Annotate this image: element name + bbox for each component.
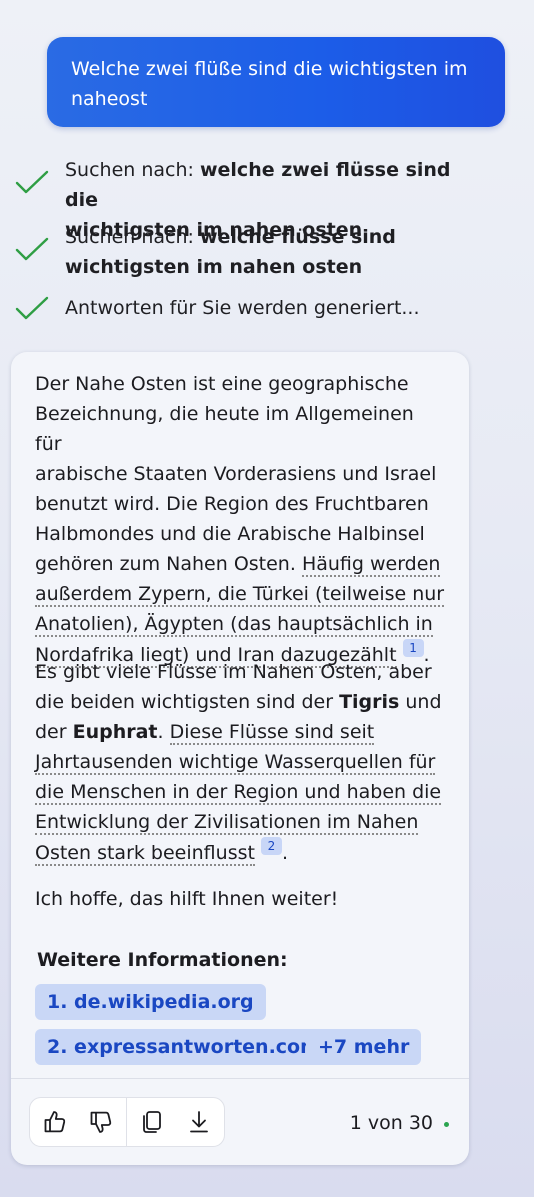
action-separator	[126, 1098, 127, 1146]
source-link-2[interactable]: 2. expressantworten.com	[35, 1029, 332, 1065]
text-segment: und	[399, 691, 442, 713]
citation-badge-2[interactable]: 2	[260, 837, 282, 855]
text-line: Halbmondes und die Arabische Halbinsel	[35, 523, 425, 545]
answer-paragraph-2: Es gibt viele Flüsse im Nahen Osten, abe…	[35, 657, 445, 868]
export-button[interactable]	[176, 1098, 222, 1146]
like-button[interactable]	[32, 1098, 78, 1146]
progress-query: welche flüsse sind	[199, 226, 396, 248]
cited-text[interactable]: Jahrtausenden wichtige Wasserquellen für	[35, 751, 436, 775]
cited-text[interactable]: die Menschen in der Region und haben die	[35, 781, 442, 805]
check-icon	[15, 237, 49, 261]
response-counter: 1 von 30	[349, 1112, 433, 1134]
text-line: arabische Staaten Vorderasiens und Israe…	[35, 463, 437, 485]
bold-term: Euphrat	[72, 721, 158, 743]
text-segment: .	[157, 721, 170, 743]
text-segment: die beiden wichtigsten sind der	[35, 691, 340, 713]
cited-text[interactable]: Anatolien), Ägypten (das hauptsächlich i…	[35, 613, 433, 637]
text-line: Es gibt viele Flüsse im Nahen Osten, abe…	[35, 661, 432, 683]
user-message-bubble: Welche zwei flüße sind die wichtigsten i…	[47, 37, 505, 127]
thumbs-down-icon	[90, 1111, 112, 1133]
thumbs-up-icon	[44, 1111, 66, 1133]
user-message-line: Welche zwei flüße sind die wichtigsten i…	[71, 58, 468, 80]
progress-prefix: Suchen nach:	[65, 226, 200, 248]
text-line: Bezeichnung, die heute im Allgemeinen fü…	[35, 403, 414, 455]
cited-text[interactable]: Entwicklung der Zivilisationen im Nahen	[35, 811, 419, 835]
progress-prefix: Suchen nach:	[65, 159, 200, 181]
copy-button[interactable]	[129, 1098, 175, 1146]
text-line: die beiden wichtigsten sind der Tigris u…	[35, 687, 445, 717]
citation-badge-1[interactable]: 1	[402, 639, 424, 657]
dislike-button[interactable]	[78, 1098, 124, 1146]
check-icon	[15, 170, 49, 194]
more-info-title: Weitere Informationen:	[37, 949, 288, 971]
text-line: der Euphrat. Diese Flüsse sind seit	[35, 717, 445, 747]
user-message-line: naheost	[71, 88, 148, 110]
cited-text[interactable]: Osten stark beeinflusst	[35, 842, 255, 866]
cited-text[interactable]: Häufig werden	[301, 553, 441, 577]
status-dot	[444, 1122, 449, 1127]
more-sources-button[interactable]: +7 mehr	[306, 1029, 422, 1065]
source-link-1[interactable]: 1. de.wikipedia.org	[35, 984, 266, 1020]
answer-paragraph-1: Der Nahe Osten ist eine geographische Be…	[35, 369, 445, 670]
text-segment: der	[35, 721, 73, 743]
answer-card: Der Nahe Osten ist eine geographische Be…	[11, 352, 469, 1165]
feedback-action-bar	[29, 1097, 225, 1147]
progress-query: wichtigsten im nahen osten	[65, 256, 363, 278]
text-line: Der Nahe Osten ist eine geographische	[35, 373, 409, 395]
card-divider	[11, 1078, 469, 1079]
text-segment: gehören zum Nahen Osten.	[35, 553, 302, 575]
progress-text: Antworten für Sie werden generiert...	[65, 297, 420, 319]
answer-paragraph-3: Ich hoffe, das hilft Ihnen weiter!	[35, 888, 339, 910]
cited-text[interactable]: außerdem Zypern, die Türkei (teilweise n…	[35, 583, 445, 607]
copy-icon	[143, 1111, 161, 1133]
download-icon	[190, 1111, 208, 1133]
text-line: gehören zum Nahen Osten. Häufig werden	[35, 549, 445, 579]
cited-text[interactable]: Diese Flüsse sind seit	[169, 721, 375, 745]
bold-term: Tigris	[339, 691, 400, 713]
text-line: benutzt wird. Die Region des Fruchtbaren	[35, 493, 429, 515]
check-icon	[15, 296, 49, 320]
